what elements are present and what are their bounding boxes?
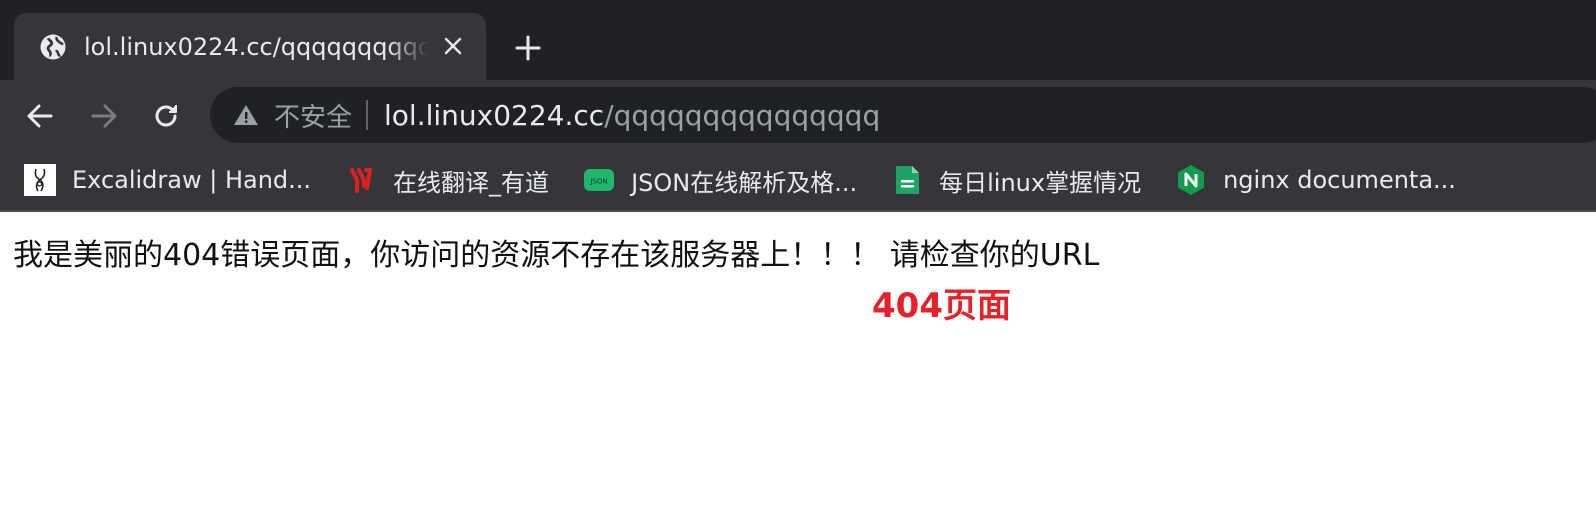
url-host: lol.linux0224.cc — [384, 98, 605, 132]
omnibox-divider — [366, 100, 369, 130]
error-message: 我是美丽的404错误页面，你访问的资源不存在该服务器上！！！ 请检查你的URL — [13, 238, 1100, 273]
tab-title: lol.linux0224.cc/qqqqqqqqqqqqqqqq — [84, 32, 428, 61]
bookmark-excalidraw[interactable]: Excalidraw | Hand... — [24, 164, 311, 196]
page-content: 我是美丽的404错误页面，你访问的资源不存在该服务器上！！！ 请检查你的URL … — [0, 212, 1596, 509]
address-bar[interactable]: 不安全 lol.linux0224.cc/qqqqqqqqqqqqqqq — [210, 87, 1596, 143]
plus-icon — [515, 35, 541, 61]
bookmark-sheets[interactable]: 每日linux掌握情况 — [891, 163, 1141, 198]
tab-strip: lol.linux0224.cc/qqqqqqqqqqqqqqqq — [0, 0, 1596, 80]
bookmark-label: nginx documenta... — [1223, 166, 1456, 194]
sheets-icon — [891, 164, 923, 196]
toolbar: 不安全 lol.linux0224.cc/qqqqqqqqqqqqqqq — [0, 80, 1596, 150]
warning-icon[interactable] — [232, 101, 260, 129]
forward-button[interactable] — [84, 96, 124, 136]
active-tab[interactable]: lol.linux0224.cc/qqqqqqqqqqqqqqqq — [14, 13, 486, 80]
bookmark-label: JSON在线解析及格... — [631, 168, 858, 197]
arrow-left-icon — [27, 104, 53, 128]
back-button[interactable] — [20, 96, 60, 136]
security-label[interactable]: 不安全 — [274, 97, 352, 134]
excalidraw-icon — [24, 164, 56, 196]
url-path: /qqqqqqqqqqqqqqq — [604, 98, 881, 132]
bookmark-label: 在线翻译_有道 — [393, 168, 550, 197]
globe-icon — [38, 32, 68, 62]
bookmark-label: 每日linux掌握情况 — [939, 168, 1142, 197]
bookmark-json[interactable]: JSON JSON在线解析及格... — [583, 163, 857, 198]
reload-button[interactable] — [146, 96, 186, 136]
new-tab-button[interactable] — [508, 28, 548, 68]
close-tab-icon[interactable] — [438, 31, 468, 61]
browser-window: lol.linux0224.cc/qqqqqqqqqqqqqqqq — [0, 0, 1596, 509]
nginx-icon — [1175, 164, 1207, 196]
bookmark-label: Excalidraw | Hand... — [72, 166, 312, 194]
bookmark-youdao[interactable]: 在线翻译_有道 — [345, 163, 549, 198]
bookmark-nginx[interactable]: nginx documenta... — [1175, 164, 1456, 196]
url-text[interactable]: lol.linux0224.cc/qqqqqqqqqqqqqqq — [384, 99, 880, 132]
reload-icon — [155, 105, 177, 127]
error-heading: 404页面 — [872, 286, 1011, 326]
svg-text:JSON: JSON — [589, 178, 607, 186]
arrow-right-icon — [91, 104, 117, 128]
json-icon: JSON — [583, 164, 615, 196]
bookmarks-bar: Excalidraw | Hand... 在线翻译_有道 JSON JSON在线… — [0, 150, 1596, 212]
youdao-icon — [345, 164, 377, 196]
